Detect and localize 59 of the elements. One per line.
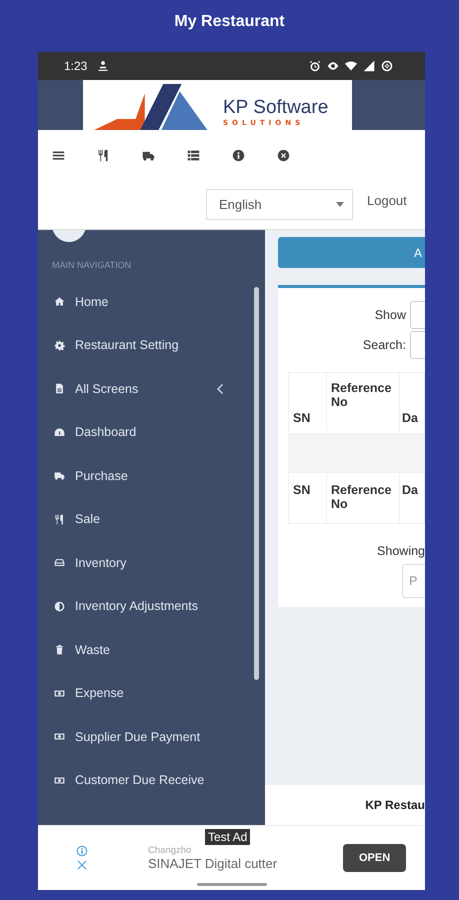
info-icon[interactable]: [232, 148, 245, 162]
table-info: Showing: [377, 544, 425, 558]
gauge-icon: [54, 426, 65, 438]
ad-headline: SINAJET Digital cutter: [148, 856, 278, 871]
column-header: Da: [401, 410, 419, 427]
gear-icon: [54, 340, 65, 351]
money-icon: [54, 774, 65, 786]
logo-name: KP Software: [223, 97, 328, 119]
language-select[interactable]: English: [206, 189, 353, 220]
person-icon: [97, 60, 110, 72]
nav-item[interactable]: Purchase: [38, 454, 223, 498]
menu-icon[interactable]: [52, 148, 65, 162]
column-header: Reference No: [327, 473, 400, 523]
truck-icon: [54, 470, 65, 482]
wifi-icon: [345, 60, 357, 72]
column-header: SN: [289, 473, 327, 523]
close-icon[interactable]: [277, 148, 290, 162]
home-icon: [54, 296, 65, 308]
cutlery-icon[interactable]: [97, 148, 110, 162]
signal-icon: [363, 60, 375, 72]
footer-text: KP Restau: [365, 798, 425, 812]
list-icon[interactable]: [187, 148, 200, 162]
cutlery-icon: [54, 514, 65, 525]
alarm-icon: [309, 60, 321, 72]
chevron-left-icon: [217, 384, 223, 394]
app-title: My Restaurant: [173, 12, 286, 32]
column-header: SN: [289, 373, 327, 431]
home-indicator: [197, 883, 267, 886]
nav-item[interactable]: Expense: [38, 672, 223, 715]
contrast-icon: [54, 600, 65, 612]
nav-item[interactable]: Home: [38, 280, 223, 324]
nav-item[interactable]: Sale: [38, 498, 223, 541]
logout-link[interactable]: Logout: [367, 193, 407, 208]
money-icon: [54, 688, 65, 699]
nav-item[interactable]: All Screens: [38, 367, 223, 410]
caret-icon: [336, 202, 344, 207]
clock-time: 1:23: [64, 59, 88, 73]
file-icon: [54, 383, 65, 394]
nav-item[interactable]: Restaurant Setting: [38, 324, 223, 367]
advertiser-name: Changzho: [148, 845, 192, 856]
nav-item[interactable]: Customer Due Receive: [38, 758, 223, 802]
column-header: Da: [401, 482, 419, 499]
test-ad-badge: Test Ad: [205, 829, 250, 845]
nav-item[interactable]: Inventory: [38, 541, 223, 584]
money-icon: [54, 731, 65, 742]
tray-icon: [54, 557, 65, 568]
nav-item[interactable]: Inventory Adjustments: [38, 584, 223, 628]
nav-item[interactable]: Supplier Due Payment: [38, 715, 223, 758]
action-button[interactable]: A: [278, 237, 425, 268]
show-label: Show: [374, 308, 406, 322]
eye-icon: [327, 60, 339, 72]
column-header: Reference No: [327, 373, 400, 433]
search-label: Search:: [362, 338, 406, 352]
trash-icon: [54, 644, 65, 656]
open-button[interactable]: OPEN: [343, 844, 406, 872]
nav-heading: MAIN NAVIGATION: [52, 260, 132, 272]
nav-item[interactable]: Dashboard: [38, 410, 223, 454]
nav-item[interactable]: Waste: [38, 628, 223, 672]
search-field[interactable]: [410, 331, 425, 359]
